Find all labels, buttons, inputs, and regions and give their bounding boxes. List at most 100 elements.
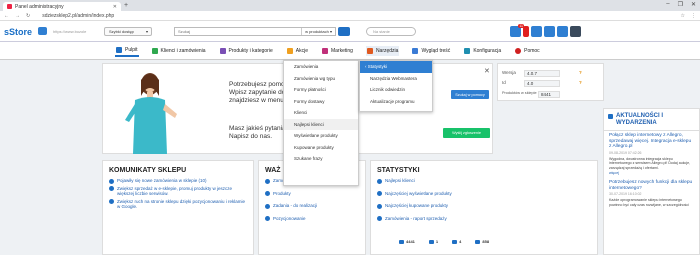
users-icon	[151, 47, 158, 54]
header-icons: 11	[510, 24, 581, 37]
menu-item-najlepsi-klienci[interactable]: Najlepsi klienci	[284, 118, 358, 130]
id-row: Id 4.0?	[502, 80, 598, 87]
close-window-button[interactable]: ✕	[691, 1, 696, 8]
cart-icon[interactable]	[557, 26, 568, 37]
nav-label: Klienci i zamówienia	[160, 47, 206, 54]
nav-wyglad[interactable]: Wygląd treść	[411, 46, 451, 56]
help-search-button[interactable]: Szukaj w pomocy	[451, 90, 489, 99]
important-item[interactable]: Produkty	[259, 190, 365, 198]
menu-item-dostawy[interactable]: Formy dostawy	[284, 96, 358, 108]
notifications-icon[interactable]: 11	[510, 24, 524, 37]
search-box: w produktach ▾	[174, 27, 336, 36]
back-icon[interactable]: ←	[4, 13, 9, 19]
nav-narzedzia[interactable]: Narzędzia	[365, 45, 400, 56]
address-bar: ← → ↻ sdziezsklep2.pl/admin/index.php ☆ …	[0, 11, 700, 21]
search-input[interactable]	[175, 29, 295, 34]
maximize-button[interactable]: ❐	[678, 1, 683, 8]
new-tab-button[interactable]: +	[124, 2, 128, 9]
forward-icon[interactable]: →	[15, 13, 20, 19]
submenu-item-licznik[interactable]: Licznik odwiedzin	[360, 84, 432, 96]
box-icon	[219, 47, 226, 54]
reload-icon[interactable]: ↻	[26, 13, 30, 19]
submenu-item-aktualizacje[interactable]: Aktualizacje programu	[360, 96, 432, 108]
power-icon[interactable]	[570, 26, 581, 37]
counter-orders: 4	[452, 239, 461, 244]
message-item[interactable]: Zwiększ sprzedaż w e-sklepie, promuj pro…	[103, 185, 253, 198]
mail-icon[interactable]	[531, 26, 542, 37]
close-icon[interactable]: ✕	[484, 67, 490, 75]
stat-item[interactable]: Najczęściej wyświetlane produkty	[371, 190, 597, 198]
nav-label: Marketing	[330, 47, 353, 54]
nav-akcje[interactable]: Akcje	[286, 46, 309, 56]
browser-menu-icon[interactable]: ⋮	[691, 13, 696, 19]
news-item-title[interactable]: Połącz sklep internetowy z Allegro, sprz…	[604, 131, 699, 150]
search-scope-select[interactable]: w produktach ▾	[301, 28, 335, 35]
message-text: Zwiększ sprzedaż w e-sklepie, promuj pro…	[117, 185, 233, 197]
counter-value: 4	[459, 239, 462, 244]
message-item[interactable]: Zwiększ ruch na stronie sklepu dzięki po…	[103, 198, 253, 211]
submenu-header-statystyki[interactable]: ‹ Statystyki	[360, 61, 432, 73]
news-more-link[interactable]: więcej	[604, 171, 699, 178]
url-field[interactable]: sdziezsklep2.pl/admin/index.php	[42, 13, 114, 19]
bookmark-star-icon[interactable]: ☆	[681, 13, 685, 19]
help-question-icon[interactable]: ?	[579, 70, 582, 75]
info-icon	[109, 199, 114, 205]
help-line: Wpisz zapytanie do	[229, 89, 286, 96]
submenu-item-webmaster[interactable]: Narzędzia Webmastera	[360, 73, 432, 85]
nav-pomoc[interactable]: Pomoc	[514, 46, 541, 56]
tools-submenu: ‹ Statystyki Narzędzia Webmastera Liczni…	[359, 60, 433, 112]
alert-icon[interactable]	[523, 26, 529, 37]
stat-item[interactable]: Najczęściej kupowane produkty	[371, 202, 597, 210]
nav-marketing[interactable]: Marketing	[321, 46, 354, 56]
message-item[interactable]: Pojawiły się nowe zamówienia w sklepie (…	[103, 177, 253, 185]
menu-item-platnosci[interactable]: Formy płatności	[284, 84, 358, 96]
counter-visits: 4441	[399, 239, 415, 244]
products-value: 8441	[538, 91, 560, 98]
view-site-button[interactable]	[38, 27, 47, 35]
version-row: Wersja 4.0.7?	[502, 70, 598, 77]
menu-item-zamowienia[interactable]: Zamówienia	[284, 61, 358, 73]
nav-label: Wygląd treść	[421, 47, 451, 54]
megaphone-icon	[321, 47, 328, 54]
browser-tab[interactable]: Panel administracyjny ✕	[3, 2, 121, 11]
news-panel: AKTUALNOŚCI I WYDARZENIA Połącz sklep in…	[603, 108, 700, 255]
stat-item[interactable]: Najlepsi klienci	[371, 177, 597, 185]
help-line: znajdziesz w menu	[229, 97, 284, 104]
menu-item-klienci[interactable]: Klienci	[284, 107, 358, 119]
main-navigation: Pulpit Klienci i zamówienia Produkty i k…	[0, 42, 700, 60]
assistant-image	[125, 73, 177, 154]
nav-pulpit[interactable]: Pulpit	[115, 45, 139, 57]
app-header: sStore https://www.bozole Szybki dostęp ▾…	[0, 21, 700, 42]
logo[interactable]: sStore	[4, 27, 32, 37]
nav-produkty[interactable]: Produkty i kategorie	[219, 46, 274, 56]
site-url[interactable]: https://www.bozole	[53, 29, 86, 34]
item-label: Zamówienia - raport sprzedaży	[385, 215, 447, 221]
menu-item-frazy[interactable]: Szukane frazy	[284, 153, 358, 165]
user-icon[interactable]	[544, 26, 555, 37]
stat-item[interactable]: Zamówienia - raport sprzedaży	[371, 215, 597, 223]
panel-title: KOMUNIKATY SKLEPU	[109, 167, 187, 174]
stock-search[interactable]: Na stanie	[366, 27, 416, 36]
close-tab-icon[interactable]: ✕	[113, 4, 117, 10]
important-item[interactable]: Zadania - do realizacji	[259, 202, 365, 210]
send-ticket-button[interactable]: Wyślij zgłoszenie	[443, 128, 490, 138]
menu-item-zamowienia-typ[interactable]: Zamówienia wg typu	[284, 73, 358, 85]
nav-klienci[interactable]: Klienci i zamówienia	[151, 46, 207, 56]
box-icon	[265, 191, 270, 197]
counter-value: 4441	[406, 239, 415, 244]
search-button[interactable]	[338, 27, 350, 36]
version-label: Wersja	[502, 70, 516, 75]
monitor-icon	[428, 239, 434, 244]
news-item-title[interactable]: Potrzebujesz nowych funkcji dla sklepu i…	[604, 178, 699, 191]
monitor-icon	[116, 46, 122, 53]
help-question-icon[interactable]: ?	[579, 80, 582, 85]
menu-item-kupowane[interactable]: Kupowane produkty	[284, 142, 358, 154]
quick-access-select[interactable]: Szybki dostęp ▾	[104, 27, 152, 36]
minimize-button[interactable]: –	[666, 1, 669, 8]
message-text: Zwiększ ruch na stronie sklepu dzięki po…	[117, 198, 246, 210]
important-item[interactable]: Pozycjonowanie	[259, 215, 365, 223]
news-header: AKTUALNOŚCI I WYDARZENIA	[604, 109, 699, 131]
nav-konfiguracja[interactable]: Konfiguracja	[463, 46, 502, 56]
menu-item-wyswietlane[interactable]: Wyświetlane produkty	[284, 130, 358, 142]
nav-label: Pulpit	[125, 46, 138, 53]
